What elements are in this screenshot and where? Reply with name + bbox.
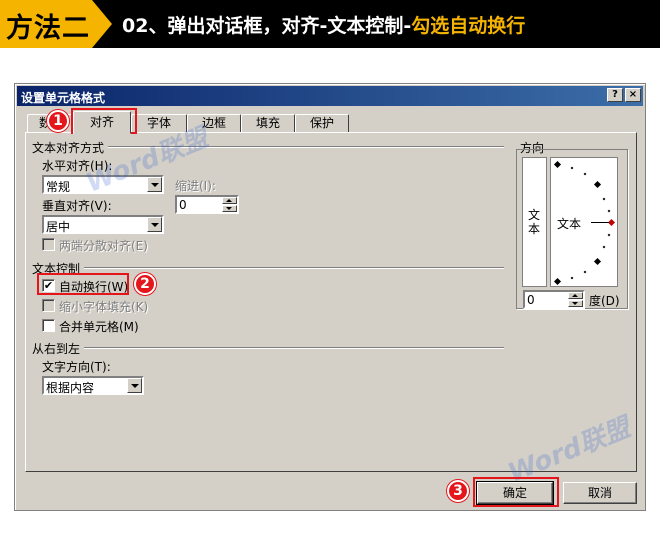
degrees-stepper[interactable]: 0 [523,290,585,309]
vertical-align-value: 居中 [46,220,71,234]
dial-marker [607,233,611,237]
degrees-label: 度(D) [589,294,620,308]
rtl-group-label: 从右到左 [32,342,81,356]
chevron-down-icon[interactable] [147,177,162,192]
tutorial-banner: 方法二 02、弹出对话框，对齐-文本控制-勾选自动换行 [0,0,660,48]
cancel-button[interactable]: 取消 [563,482,637,504]
indent-value: 0 [179,198,187,212]
chevron-down-icon[interactable] [147,217,162,232]
text-alignment-group-label: 文本对齐方式 [32,141,105,155]
step-badge-1: 1 [47,110,69,132]
method-tag: 方法二 [0,0,112,48]
dial-marker [570,166,574,170]
dial-marker [602,245,606,249]
shrink-to-fit-checkbox[interactable] [42,299,55,312]
degrees-value: 0 [527,293,535,307]
highlight-wrap-text [37,273,129,295]
tab-strip: 数字 对齐 字体 边框 填充 保护 [15,108,645,134]
step-badge-2: 2 [134,273,156,295]
dial-text-sample: 文本 [557,217,582,231]
indent-stepper[interactable]: 0 [175,195,239,214]
step-caption-highlight: 勾选自动换行 [411,15,526,37]
text-direction-value: 根据内容 [46,381,95,395]
dial-marker [583,270,587,274]
step-caption-prefix: 02、弹出对话框，对齐-文本控制- [122,15,412,37]
vertical-text-sample: 文本 [528,208,541,236]
spin-down-icon[interactable] [568,300,583,307]
vertical-align-select[interactable]: 居中 [42,215,164,234]
close-button[interactable]: × [625,88,641,102]
dial-pointer [591,222,609,223]
vertical-text-button[interactable]: 文本 [522,157,547,287]
shrink-to-fit-label: 缩小字体填充(K) [59,300,149,314]
help-button[interactable]: ? [607,88,623,102]
text-direction-label: 文字方向(T): [42,360,111,374]
dial-marker [593,180,602,189]
tab-protection[interactable]: 保护 [295,114,349,133]
spin-up-icon[interactable] [568,292,583,299]
vertical-align-label: 垂直对齐(V): [42,199,112,213]
merge-cells-checkbox[interactable] [42,319,55,332]
spin-up-icon[interactable] [222,197,237,204]
dialog-title: 设置单元格格式 [21,91,106,105]
method-tag-text: 方法二 [6,13,90,44]
dial-marker [570,276,574,280]
highlight-ok-button [473,477,559,507]
tab-fill[interactable]: 填充 [241,114,295,133]
dial-marker [593,257,602,266]
dial-marker [553,277,562,286]
step-badge-3: 3 [447,480,469,502]
dial-marker [553,160,562,169]
orientation-dial[interactable]: 文本 [550,157,618,287]
merge-cells-label: 合并单元格(M) [59,320,139,334]
indent-label: 缩进(I): [175,179,216,193]
dial-marker [583,172,587,176]
dial-current-marker [607,218,616,227]
dial-marker [602,197,606,201]
group-divider [84,347,504,349]
spin-down-icon[interactable] [222,205,237,212]
chevron-down-icon[interactable] [127,378,142,393]
group-divider [84,267,504,269]
horizontal-align-value: 常规 [46,180,71,194]
text-direction-select[interactable]: 根据内容 [42,376,144,395]
step-caption: 02、弹出对话框，对齐-文本控制-勾选自动换行 [122,11,525,38]
dial-marker [607,209,611,213]
dialog-titlebar[interactable]: 设置单元格格式 ? × [17,86,643,106]
justify-distributed-label: 两端分散对齐(E) [59,239,148,253]
tab-alignment[interactable]: 对齐 [73,111,131,134]
justify-distributed-checkbox[interactable] [42,238,55,251]
